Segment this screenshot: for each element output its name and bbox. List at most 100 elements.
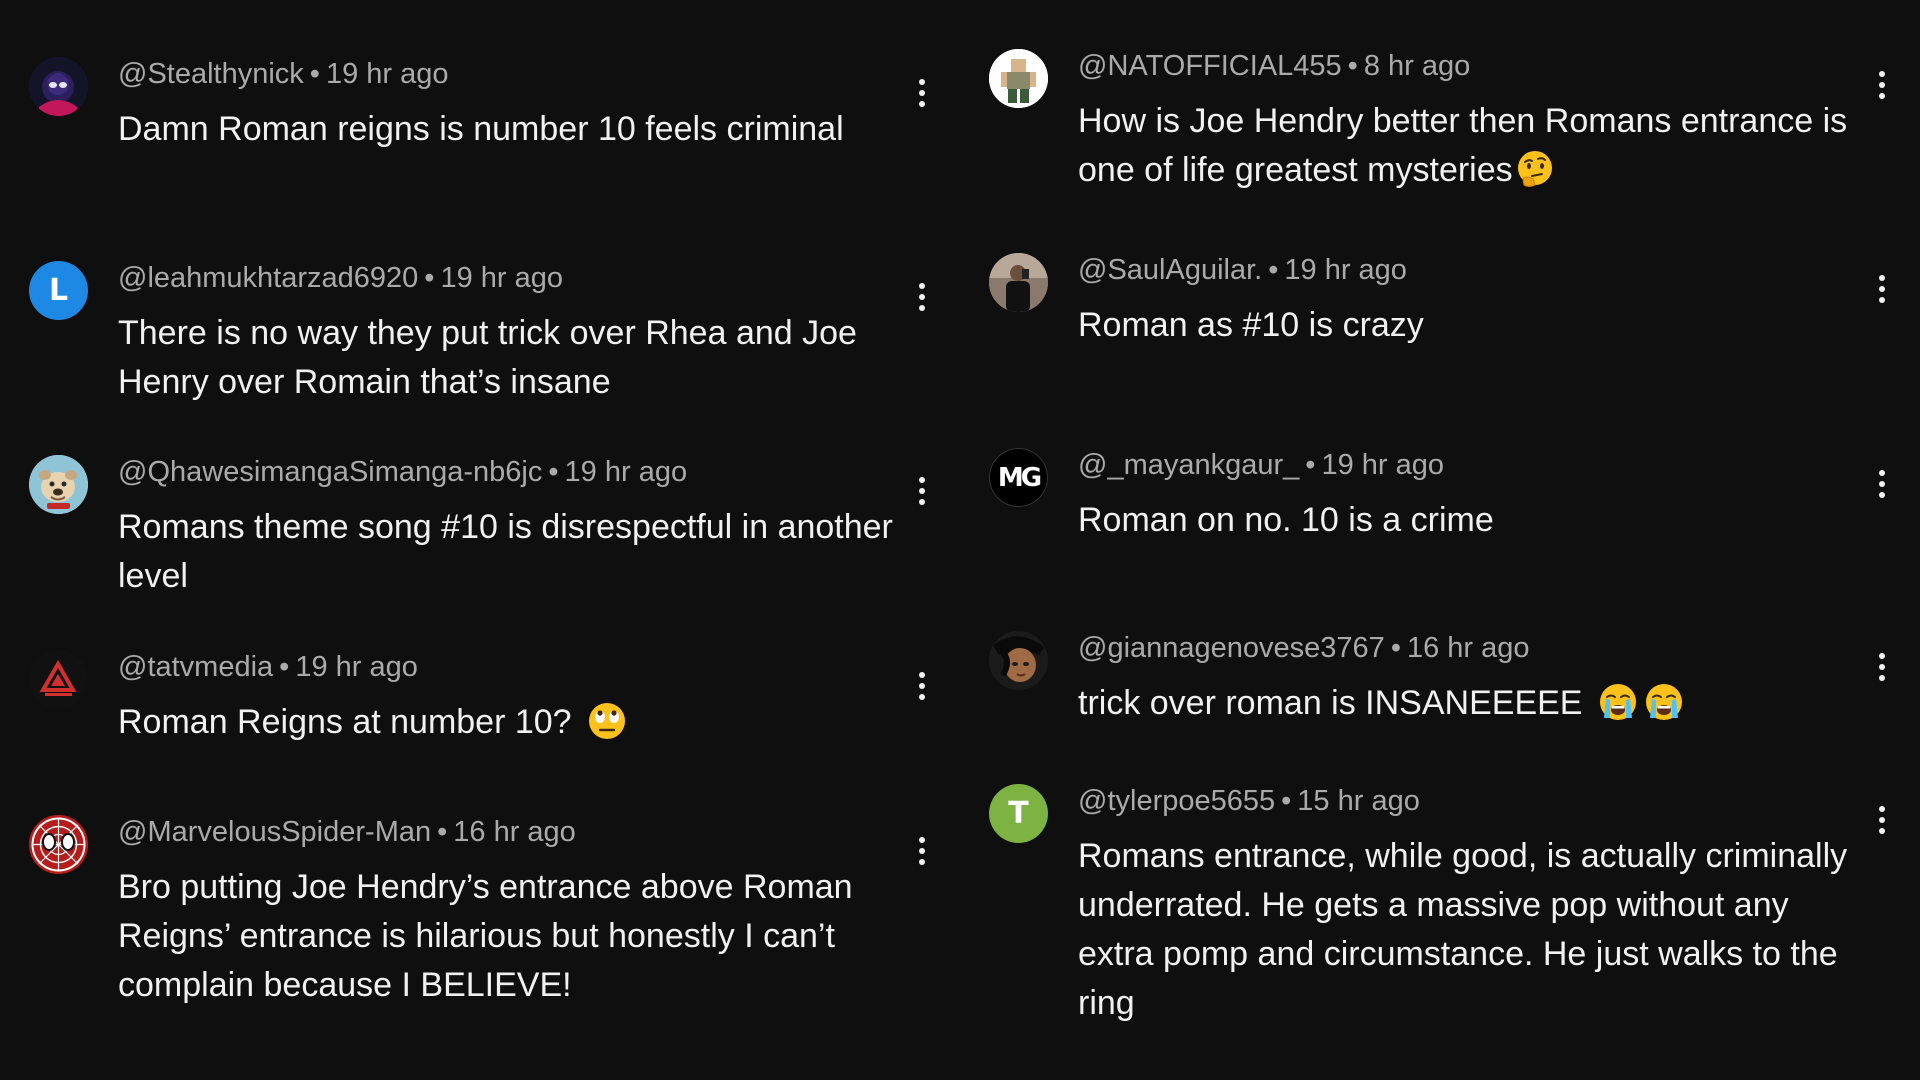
author-handle[interactable]: @tatvmedia <box>118 651 273 683</box>
more-options-button[interactable] <box>904 469 940 513</box>
comment-text-content: Damn Roman reigns is number 10 feels cri… <box>118 110 844 148</box>
separator-dot: • <box>1390 632 1401 664</box>
avatar-letter: MG <box>997 462 1042 493</box>
tatv-logo-avatar-icon <box>29 650 88 709</box>
comment-text: Romans theme song #10 is disrespectful i… <box>118 503 908 601</box>
avatar[interactable] <box>989 253 1048 312</box>
eye-roll-emoji-icon <box>589 703 626 739</box>
avatar[interactable]: MG <box>989 448 1048 507</box>
comment-text: Romans entrance, while good, is actually… <box>1078 832 1868 1028</box>
avatar[interactable]: T <box>989 784 1048 843</box>
comment-time[interactable]: 19 hr ago <box>1321 449 1444 481</box>
comment-text-content: trick over roman is INSANEEEEE <box>1078 684 1583 722</box>
separator-dot: • <box>309 58 320 90</box>
comment-time[interactable]: 15 hr ago <box>1297 785 1420 817</box>
avatar[interactable] <box>29 815 88 874</box>
author-handle[interactable]: @leahmukhtarzad6920 <box>118 262 418 294</box>
comment-body: @_mayankgaur_ • 19 hr ago Roman on no. 10 … <box>1078 448 1868 545</box>
comment-body: @NATOFFICIAL455 • 8 hr ago How is Joe Hend… <box>1078 49 1868 195</box>
avatar-letter: L <box>48 273 69 308</box>
comment-text: Roman Reigns at number 10? <box>118 698 908 747</box>
comment-body: @tylerpoe5655 • 15 hr ago Romans entrance,… <box>1078 784 1868 1028</box>
comment-body: @leahmukhtarzad6920 • 19 hr ago There is n… <box>118 261 908 407</box>
anime-avatar-icon <box>989 631 1048 690</box>
roblox-avatar-icon <box>989 49 1048 108</box>
avatar[interactable] <box>29 57 88 116</box>
comment-body: @MarvelousSpider-Man • 16 hr ago Bro putti… <box>118 815 908 1010</box>
more-options-button[interactable] <box>1864 798 1900 842</box>
comment-text: Damn Roman reigns is number 10 feels cri… <box>118 105 908 154</box>
comment-time[interactable]: 19 hr ago <box>565 456 688 488</box>
comment-text: Roman as #10 is crazy <box>1078 301 1868 350</box>
more-options-button[interactable] <box>904 664 940 708</box>
author-handle[interactable]: @_mayankgaur_ <box>1078 449 1299 481</box>
more-options-button[interactable] <box>1864 63 1900 107</box>
comment-text-content: Romans entrance, while good, is actually… <box>1078 837 1848 1022</box>
author-handle[interactable]: @giannagenovese3767 <box>1078 632 1385 664</box>
separator-dot: • <box>548 456 559 488</box>
comment-text: trick over roman is INSANEEEEE <box>1078 679 1868 728</box>
separator-dot: • <box>1281 785 1292 817</box>
avatar[interactable]: L <box>29 261 88 320</box>
author-handle[interactable]: @tylerpoe5655 <box>1078 785 1275 817</box>
comment-text: There is no way they put trick over Rhea… <box>118 309 908 407</box>
comment-meta: @tylerpoe5655 • 15 hr ago <box>1078 784 1868 818</box>
thinking-emoji-icon <box>1517 151 1552 187</box>
comment-body: @SaulAguilar. • 19 hr ago Roman as #10 is … <box>1078 253 1868 350</box>
separator-dot: • <box>279 651 290 683</box>
comment-text: Bro putting Joe Hendry’s entrance above … <box>118 863 908 1010</box>
comment-body: @tatvmedia • 19 hr ago Roman Reigns at num… <box>118 650 908 747</box>
author-handle[interactable]: @Stealthynick <box>118 58 304 90</box>
separator-dot: • <box>424 262 435 294</box>
comment-meta: @MarvelousSpider-Man • 16 hr ago <box>118 815 908 849</box>
comment-time[interactable]: 19 hr ago <box>1284 254 1407 286</box>
avatar[interactable] <box>29 650 88 709</box>
comment-meta: @tatvmedia • 19 hr ago <box>118 650 908 684</box>
avatar[interactable] <box>989 631 1048 690</box>
comment-meta: @giannagenovese3767 • 16 hr ago <box>1078 631 1868 665</box>
avatar-letter: T <box>1008 796 1029 831</box>
author-handle[interactable]: @QhawesimangaSimanga-nb6jc <box>118 456 542 488</box>
author-handle[interactable]: @NATOFFICIAL455 <box>1078 50 1342 82</box>
comment-text: How is Joe Hendry better then Romans ent… <box>1078 97 1868 195</box>
comment-body: @QhawesimangaSimanga-nb6jc • 19 hr ago Rom… <box>118 455 908 601</box>
comment-time[interactable]: 16 hr ago <box>1407 632 1530 664</box>
comment-time[interactable]: 19 hr ago <box>295 651 418 683</box>
comments-column-left: @Stealthynick • 19 hr ago Damn Roman reign… <box>0 0 960 1080</box>
avatar[interactable] <box>989 49 1048 108</box>
comment-text-content: Bro putting Joe Hendry’s entrance above … <box>118 868 853 1004</box>
more-options-button[interactable] <box>1864 645 1900 689</box>
crying-emoji-icon <box>1599 684 1636 720</box>
comment-text-content: There is no way they put trick over Rhea… <box>118 314 857 401</box>
crying-emoji-icon <box>1645 684 1682 720</box>
comment-text-content: Roman on no. 10 is a crime <box>1078 501 1494 539</box>
more-options-button[interactable] <box>904 829 940 873</box>
comment-body: @Stealthynick • 19 hr ago Damn Roman reign… <box>118 57 908 154</box>
comment-meta: @QhawesimangaSimanga-nb6jc • 19 hr ago <box>118 455 908 489</box>
spider-man-avatar-icon <box>29 815 88 874</box>
more-options-button[interactable] <box>1864 462 1900 506</box>
more-options-button[interactable] <box>904 71 940 115</box>
comment-meta: @SaulAguilar. • 19 hr ago <box>1078 253 1868 287</box>
comment-time[interactable]: 16 hr ago <box>453 816 576 848</box>
comment-meta: @Stealthynick • 19 hr ago <box>118 57 908 91</box>
spider-verse-avatar-icon <box>29 57 88 116</box>
comment-time[interactable]: 19 hr ago <box>440 262 563 294</box>
bulldog-avatar-icon <box>29 455 88 514</box>
comment-text-content: Roman as #10 is crazy <box>1078 306 1424 344</box>
separator-dot: • <box>1305 449 1316 481</box>
comment-meta: @leahmukhtarzad6920 • 19 hr ago <box>118 261 908 295</box>
author-handle[interactable]: @MarvelousSpider-Man <box>118 816 431 848</box>
more-options-button[interactable] <box>1864 267 1900 311</box>
author-handle[interactable]: @SaulAguilar. <box>1078 254 1262 286</box>
comment-time[interactable]: 19 hr ago <box>326 58 449 90</box>
comment-meta: @_mayankgaur_ • 19 hr ago <box>1078 448 1868 482</box>
more-options-button[interactable] <box>904 275 940 319</box>
separator-dot: • <box>437 816 448 848</box>
avatar[interactable] <box>29 455 88 514</box>
separator-dot: • <box>1268 254 1279 286</box>
comment-meta: @NATOFFICIAL455 • 8 hr ago <box>1078 49 1868 83</box>
photo-avatar-icon <box>989 253 1048 312</box>
comment-time[interactable]: 8 hr ago <box>1364 50 1470 82</box>
comment-text-content: How is Joe Hendry better then Romans ent… <box>1078 102 1848 189</box>
